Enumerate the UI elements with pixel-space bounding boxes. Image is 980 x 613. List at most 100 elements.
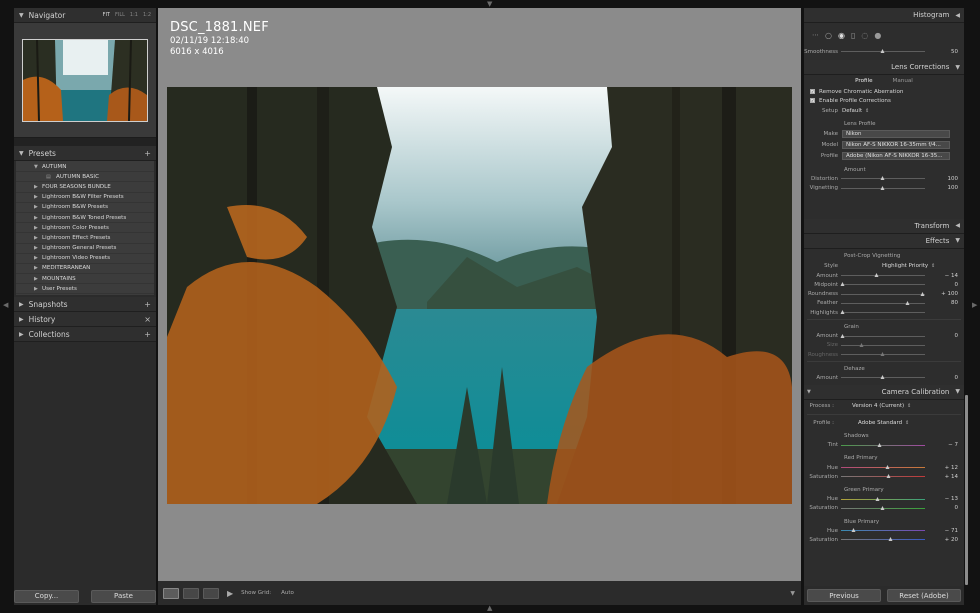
slider-track[interactable] xyxy=(840,282,925,287)
navigator-preview[interactable] xyxy=(14,23,156,138)
slider-track[interactable] xyxy=(841,442,925,447)
slider-track[interactable] xyxy=(841,537,925,542)
before-after-split-icon[interactable] xyxy=(203,587,219,599)
vignetting-slider[interactable]: Vignetting 100 xyxy=(804,184,964,193)
crop-tool-icon[interactable]: ⋯ xyxy=(812,31,819,39)
effects-header[interactable]: Effects ▼ xyxy=(804,233,964,249)
bottom-panel-toggle-icon[interactable]: ▲ xyxy=(487,605,492,612)
navigator-thumbnail[interactable] xyxy=(22,38,148,122)
preset-folder-general[interactable]: ▶ Lightroom General Presets xyxy=(16,244,154,254)
profile-dropdown[interactable]: Adobe (Nikon AF-S NIKKOR 16-35... xyxy=(842,151,950,160)
transform-header[interactable]: Transform ◀ xyxy=(804,218,964,234)
green-hue-slider[interactable]: Hue − 13 xyxy=(804,494,964,503)
add-preset-icon[interactable]: + xyxy=(144,149,151,158)
slider-thumb[interactable] xyxy=(875,496,880,501)
slider-thumb[interactable] xyxy=(874,273,879,278)
slider-thumb[interactable] xyxy=(920,291,925,296)
slider-track[interactable] xyxy=(840,333,925,338)
lens-corrections-header[interactable]: Lens Corrections ▼ xyxy=(804,60,964,76)
collections-header[interactable]: ▶ Collections + xyxy=(14,327,156,343)
adjustment-brush-icon[interactable]: ● xyxy=(874,31,881,40)
play-slideshow-icon[interactable]: ▶ xyxy=(227,589,233,598)
remove-ca-checkbox[interactable]: ✓ Remove Chromatic Aberration xyxy=(804,87,964,96)
slider-thumb[interactable] xyxy=(880,375,885,380)
loupe-view-icon[interactable] xyxy=(163,587,179,599)
slider-thumb[interactable] xyxy=(880,176,885,181)
slider-track[interactable] xyxy=(841,528,925,533)
slider-track[interactable] xyxy=(841,49,925,54)
snapshots-header[interactable]: ▶ Snapshots + xyxy=(14,297,156,313)
calibration-profile-dropdown[interactable]: Adobe Standard xyxy=(858,420,902,426)
slider-thumb[interactable] xyxy=(880,49,885,54)
slider-thumb[interactable] xyxy=(880,505,885,510)
panel-switch-icon[interactable]: ▼ xyxy=(807,389,811,395)
copy-button[interactable]: Copy... xyxy=(14,589,79,603)
slider-track[interactable] xyxy=(841,496,925,501)
slider-track[interactable] xyxy=(841,505,925,510)
style-dropdown[interactable]: Highlight Priority xyxy=(882,263,928,269)
shadows-tint-slider[interactable]: Tint − 7 xyxy=(804,441,964,450)
vignette-midpoint-slider[interactable]: Midpoint 0 xyxy=(804,280,964,289)
preset-folder-video[interactable]: ▶ Lightroom Video Presets xyxy=(16,254,154,264)
smoothness-slider[interactable]: Smoothness 50 xyxy=(804,47,964,56)
before-after-left-right-icon[interactable] xyxy=(183,587,199,599)
slider-track[interactable] xyxy=(840,310,925,315)
slider-thumb[interactable] xyxy=(880,352,885,357)
preset-item-autumn-basic[interactable]: ▤ AUTUMN BASIC xyxy=(16,172,154,183)
distortion-slider[interactable]: Distortion 100 xyxy=(804,174,964,183)
slider-thumb[interactable] xyxy=(840,282,845,287)
blue-hue-slider[interactable]: Hue − 71 xyxy=(804,526,964,535)
vignette-feather-slider[interactable]: Feather 80 xyxy=(804,299,964,308)
graduated-filter-icon[interactable]: ▯ xyxy=(851,31,855,40)
show-grid-dropdown[interactable]: Auto xyxy=(281,590,294,596)
vignette-highlights-slider[interactable]: Highlights xyxy=(804,308,964,317)
slider-thumb[interactable] xyxy=(840,333,845,338)
slider-track[interactable] xyxy=(841,375,925,380)
add-collection-icon[interactable]: + xyxy=(144,330,151,339)
grain-amount-slider[interactable]: Amount 0 xyxy=(804,331,964,340)
history-header[interactable]: ▶ History × xyxy=(14,312,156,328)
blue-saturation-slider[interactable]: Saturation + 20 xyxy=(804,535,964,544)
navigator-header[interactable]: ▼ Navigator FIT FILL 1:1 1:2 xyxy=(14,8,156,23)
main-photo[interactable] xyxy=(167,87,792,504)
setup-dropdown[interactable]: Default xyxy=(842,108,862,114)
slider-thumb[interactable] xyxy=(886,474,891,479)
left-panel-toggle-icon[interactable]: ◀ xyxy=(3,302,8,309)
green-saturation-slider[interactable]: Saturation 0 xyxy=(804,504,964,513)
make-dropdown[interactable]: Nikon xyxy=(842,129,950,138)
paste-button[interactable]: Paste xyxy=(91,589,156,603)
slider-thumb[interactable] xyxy=(840,310,845,315)
add-snapshot-icon[interactable]: + xyxy=(144,300,151,309)
slider-track[interactable] xyxy=(841,474,925,479)
preset-folder-user[interactable]: ▶ User Presets xyxy=(16,284,154,295)
preset-folder-mountains[interactable]: ▶ MOUNTAINS xyxy=(16,274,154,285)
toolbar-menu-icon[interactable]: ▼ xyxy=(790,590,795,597)
slider-track[interactable] xyxy=(841,176,925,181)
slider-thumb[interactable] xyxy=(859,342,864,347)
reset-button[interactable]: Reset (Adobe) xyxy=(887,589,961,602)
checkbox-checked-icon[interactable]: ✓ xyxy=(810,89,815,95)
zoom-1-2-option[interactable]: 1:2 xyxy=(143,12,151,18)
preset-folder-bw-filter[interactable]: ▶ Lightroom B&W Filter Presets xyxy=(16,193,154,203)
slider-thumb[interactable] xyxy=(885,465,890,469)
right-panel-toggle-icon[interactable]: ▶ xyxy=(972,302,977,309)
enable-profile-checkbox[interactable]: ✓ Enable Profile Corrections xyxy=(804,96,964,105)
slider-track[interactable] xyxy=(841,291,925,296)
red-hue-slider[interactable]: Hue + 12 xyxy=(804,463,964,472)
preset-folder-autumn[interactable]: ▼ AUTUMN xyxy=(16,162,154,173)
process-dropdown[interactable]: Version 4 (Current) xyxy=(852,403,904,409)
preset-folder-mediterranean[interactable]: ▶ MEDITERRANEAN xyxy=(16,264,154,275)
presets-header[interactable]: ▼ Presets + xyxy=(14,146,156,161)
top-panel-toggle-icon[interactable]: ▼ xyxy=(487,1,492,8)
zoom-fit-option[interactable]: FIT xyxy=(103,12,110,18)
dehaze-amount-slider[interactable]: Amount 0 xyxy=(804,373,964,382)
zoom-fill-option[interactable]: FILL xyxy=(115,12,125,18)
slider-track[interactable] xyxy=(841,352,925,357)
camera-calibration-header[interactable]: ▼ Camera Calibration ▼ xyxy=(804,384,964,400)
grain-size-slider[interactable]: Size xyxy=(804,341,964,350)
slider-track[interactable] xyxy=(841,300,925,305)
vignette-amount-slider[interactable]: Amount − 14 xyxy=(804,271,964,280)
slider-value[interactable]: 50 xyxy=(951,49,958,55)
preset-folder-four-seasons[interactable]: ▶ FOUR SEASONS BUNDLE xyxy=(16,182,154,193)
spot-removal-icon[interactable]: ○ xyxy=(825,31,832,40)
